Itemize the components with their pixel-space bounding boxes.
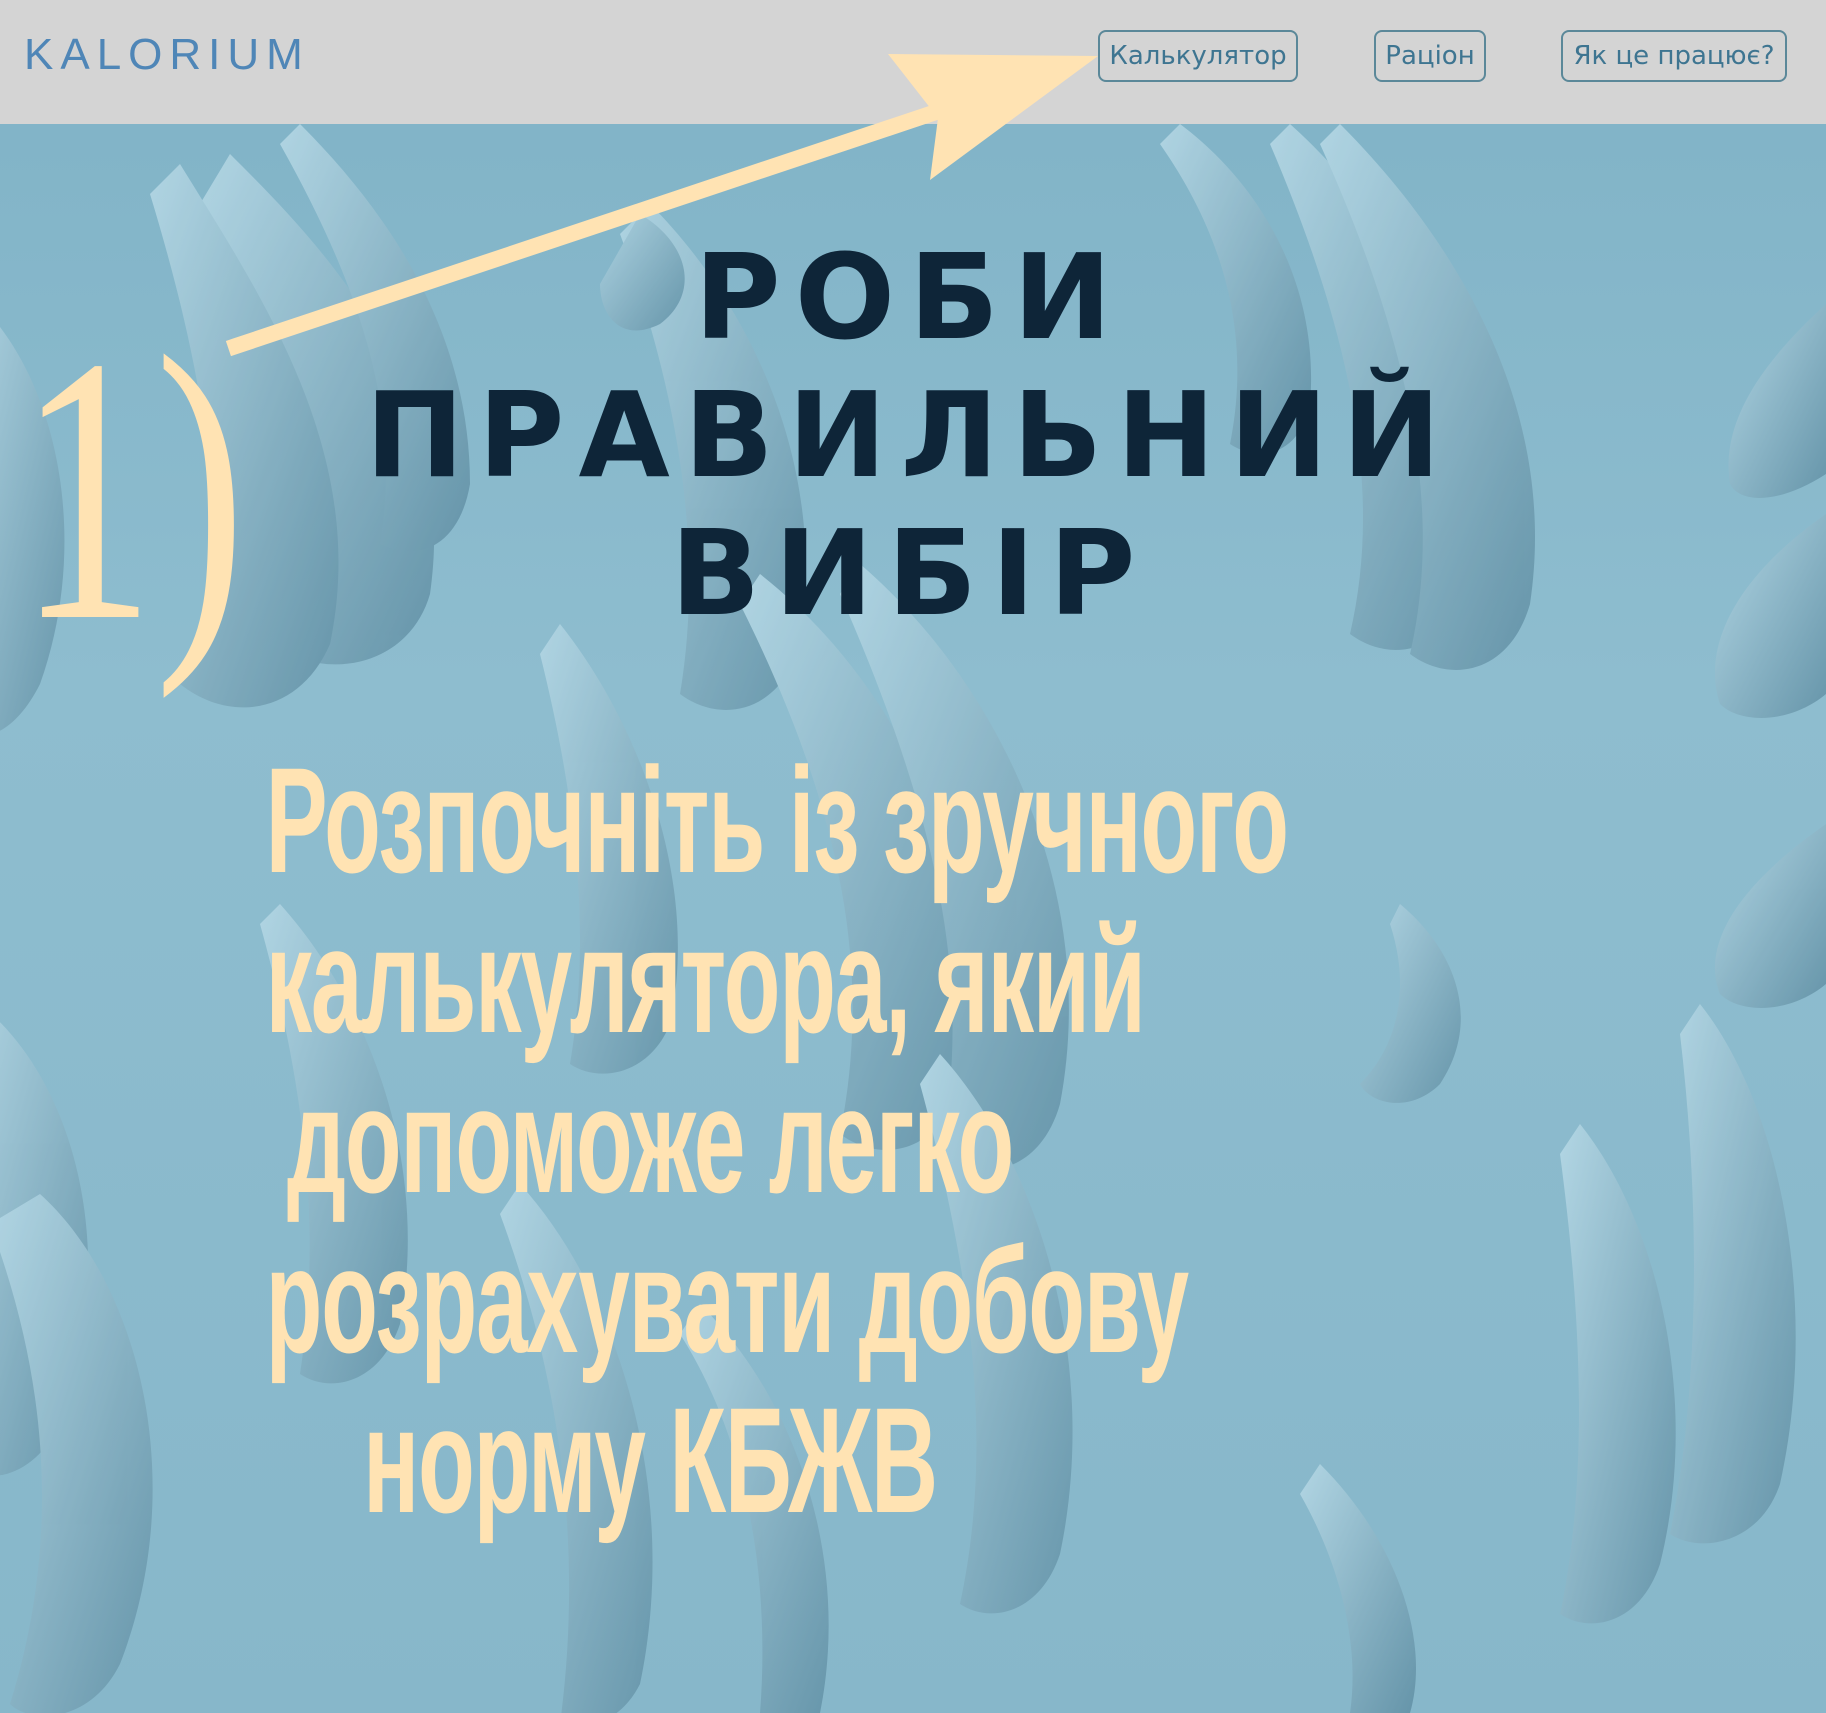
hero-title-line: ВИБІР	[670, 504, 1150, 642]
hero-title: РОБИ ПРАВИЛЬНИЙ ВИБІР	[320, 228, 1500, 642]
site-logo[interactable]: KALORIUM	[24, 30, 310, 80]
nav-how-it-works-button[interactable]: Як це працює?	[1561, 30, 1787, 82]
top-navigation-bar: KALORIUM Калькулятор Раціон Як це працює…	[0, 0, 1826, 124]
hero-subtitle: Розпочніть із зручного калькулятора, яки…	[265, 736, 1289, 1544]
nav-diet-button[interactable]: Раціон	[1374, 30, 1486, 82]
hero-subtitle-line: допоможе легко	[286, 1056, 1014, 1224]
hero-title-line: ПРАВИЛЬНИЙ	[365, 366, 1455, 504]
nav-calculator-button[interactable]: Калькулятор	[1098, 30, 1298, 82]
hero-subtitle-line: розрахувати добову	[265, 1216, 1190, 1384]
hero-subtitle-line: калькулятора, який	[265, 896, 1146, 1064]
step-number-marker: 1)	[18, 279, 246, 700]
hero-subtitle-line: норму КБЖВ	[363, 1376, 938, 1544]
hero-title-line: РОБИ	[694, 228, 1126, 366]
page: KALORIUM Калькулятор Раціон Як це працює…	[0, 0, 1826, 1713]
hero-subtitle-line: Розпочніть із зручного	[265, 736, 1289, 904]
